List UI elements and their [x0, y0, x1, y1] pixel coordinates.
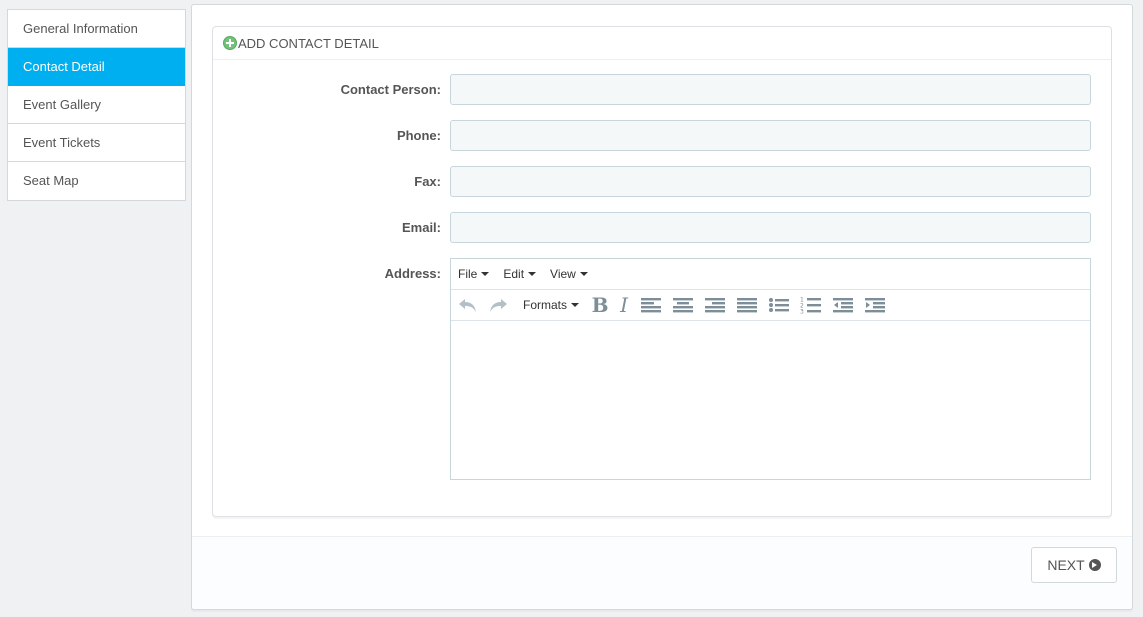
editor-toolbar: Formats B I 1 2 3	[451, 290, 1090, 321]
formats-dropdown[interactable]: Formats	[523, 298, 580, 312]
contact-person-input[interactable]	[450, 74, 1091, 105]
editor-menu-edit-label: Edit	[503, 267, 525, 281]
email-label: Email:	[401, 220, 441, 235]
svg-text:3: 3	[800, 309, 804, 315]
panel-heading-title: ADD CONTACT DETAIL	[238, 35, 379, 51]
contact-detail-panel: ADD CONTACT DETAIL Contact Person: Phone…	[212, 26, 1112, 517]
editor-menubar: File Edit View	[451, 259, 1090, 290]
indent-icon[interactable]	[863, 293, 887, 317]
align-center-icon[interactable]	[671, 293, 695, 317]
italic-icon: I	[620, 293, 628, 317]
email-input[interactable]	[450, 212, 1091, 243]
phone-label: Phone:	[396, 128, 441, 143]
sidebar-tabs: General Information Contact Detail Event…	[7, 9, 186, 201]
phone-input[interactable]	[450, 120, 1091, 151]
arrow-circle-right-icon	[1088, 559, 1101, 571]
caret-down-icon	[571, 303, 580, 307]
caret-down-icon	[579, 272, 588, 276]
fax-row: Fax:	[213, 166, 1113, 198]
formats-label: Formats	[523, 298, 568, 312]
align-left-icon[interactable]	[639, 293, 663, 317]
address-editor-body[interactable]	[451, 321, 1090, 477]
email-row: Email:	[213, 212, 1113, 244]
undo-icon[interactable]	[457, 293, 479, 317]
address-editor: File Edit View Formats B I 1 2 3	[450, 258, 1091, 480]
next-button[interactable]: NEXT	[1031, 547, 1117, 583]
tab-general-information[interactable]: General Information	[8, 10, 185, 48]
main-panel: ADD CONTACT DETAIL Contact Person: Phone…	[191, 4, 1133, 610]
add-circle-icon	[223, 36, 237, 50]
tab-event-tickets[interactable]: Event Tickets	[8, 124, 185, 162]
address-label: Address:	[384, 266, 441, 281]
numbered-list-icon[interactable]: 123	[799, 293, 823, 317]
phone-row: Phone:	[213, 120, 1113, 152]
editor-menu-file[interactable]: File	[458, 267, 490, 281]
tab-seat-map[interactable]: Seat Map	[8, 162, 185, 200]
fax-input[interactable]	[450, 166, 1091, 197]
panel-heading: ADD CONTACT DETAIL	[213, 27, 1111, 60]
caret-down-icon	[481, 272, 490, 276]
tab-event-gallery[interactable]: Event Gallery	[8, 86, 185, 124]
editor-menu-edit[interactable]: Edit	[503, 267, 537, 281]
outdent-icon[interactable]	[831, 293, 855, 317]
panel-footer: NEXT	[192, 536, 1132, 609]
bold-button[interactable]: B	[591, 293, 609, 317]
contact-person-label: Contact Person:	[340, 82, 441, 97]
editor-menu-file-label: File	[458, 267, 478, 281]
align-right-icon[interactable]	[703, 293, 727, 317]
bold-icon: B	[591, 293, 609, 317]
editor-menu-view[interactable]: View	[550, 267, 588, 281]
bullet-list-icon[interactable]	[767, 293, 791, 317]
editor-menu-view-label: View	[550, 267, 576, 281]
redo-icon[interactable]	[487, 293, 509, 317]
contact-person-row: Contact Person:	[213, 74, 1113, 106]
fax-label: Fax:	[414, 174, 441, 189]
tab-contact-detail[interactable]: Contact Detail	[8, 48, 185, 86]
italic-button[interactable]: I	[617, 293, 631, 317]
caret-down-icon	[528, 272, 537, 276]
align-justify-icon[interactable]	[735, 293, 759, 317]
next-button-label: NEXT	[1047, 557, 1085, 573]
